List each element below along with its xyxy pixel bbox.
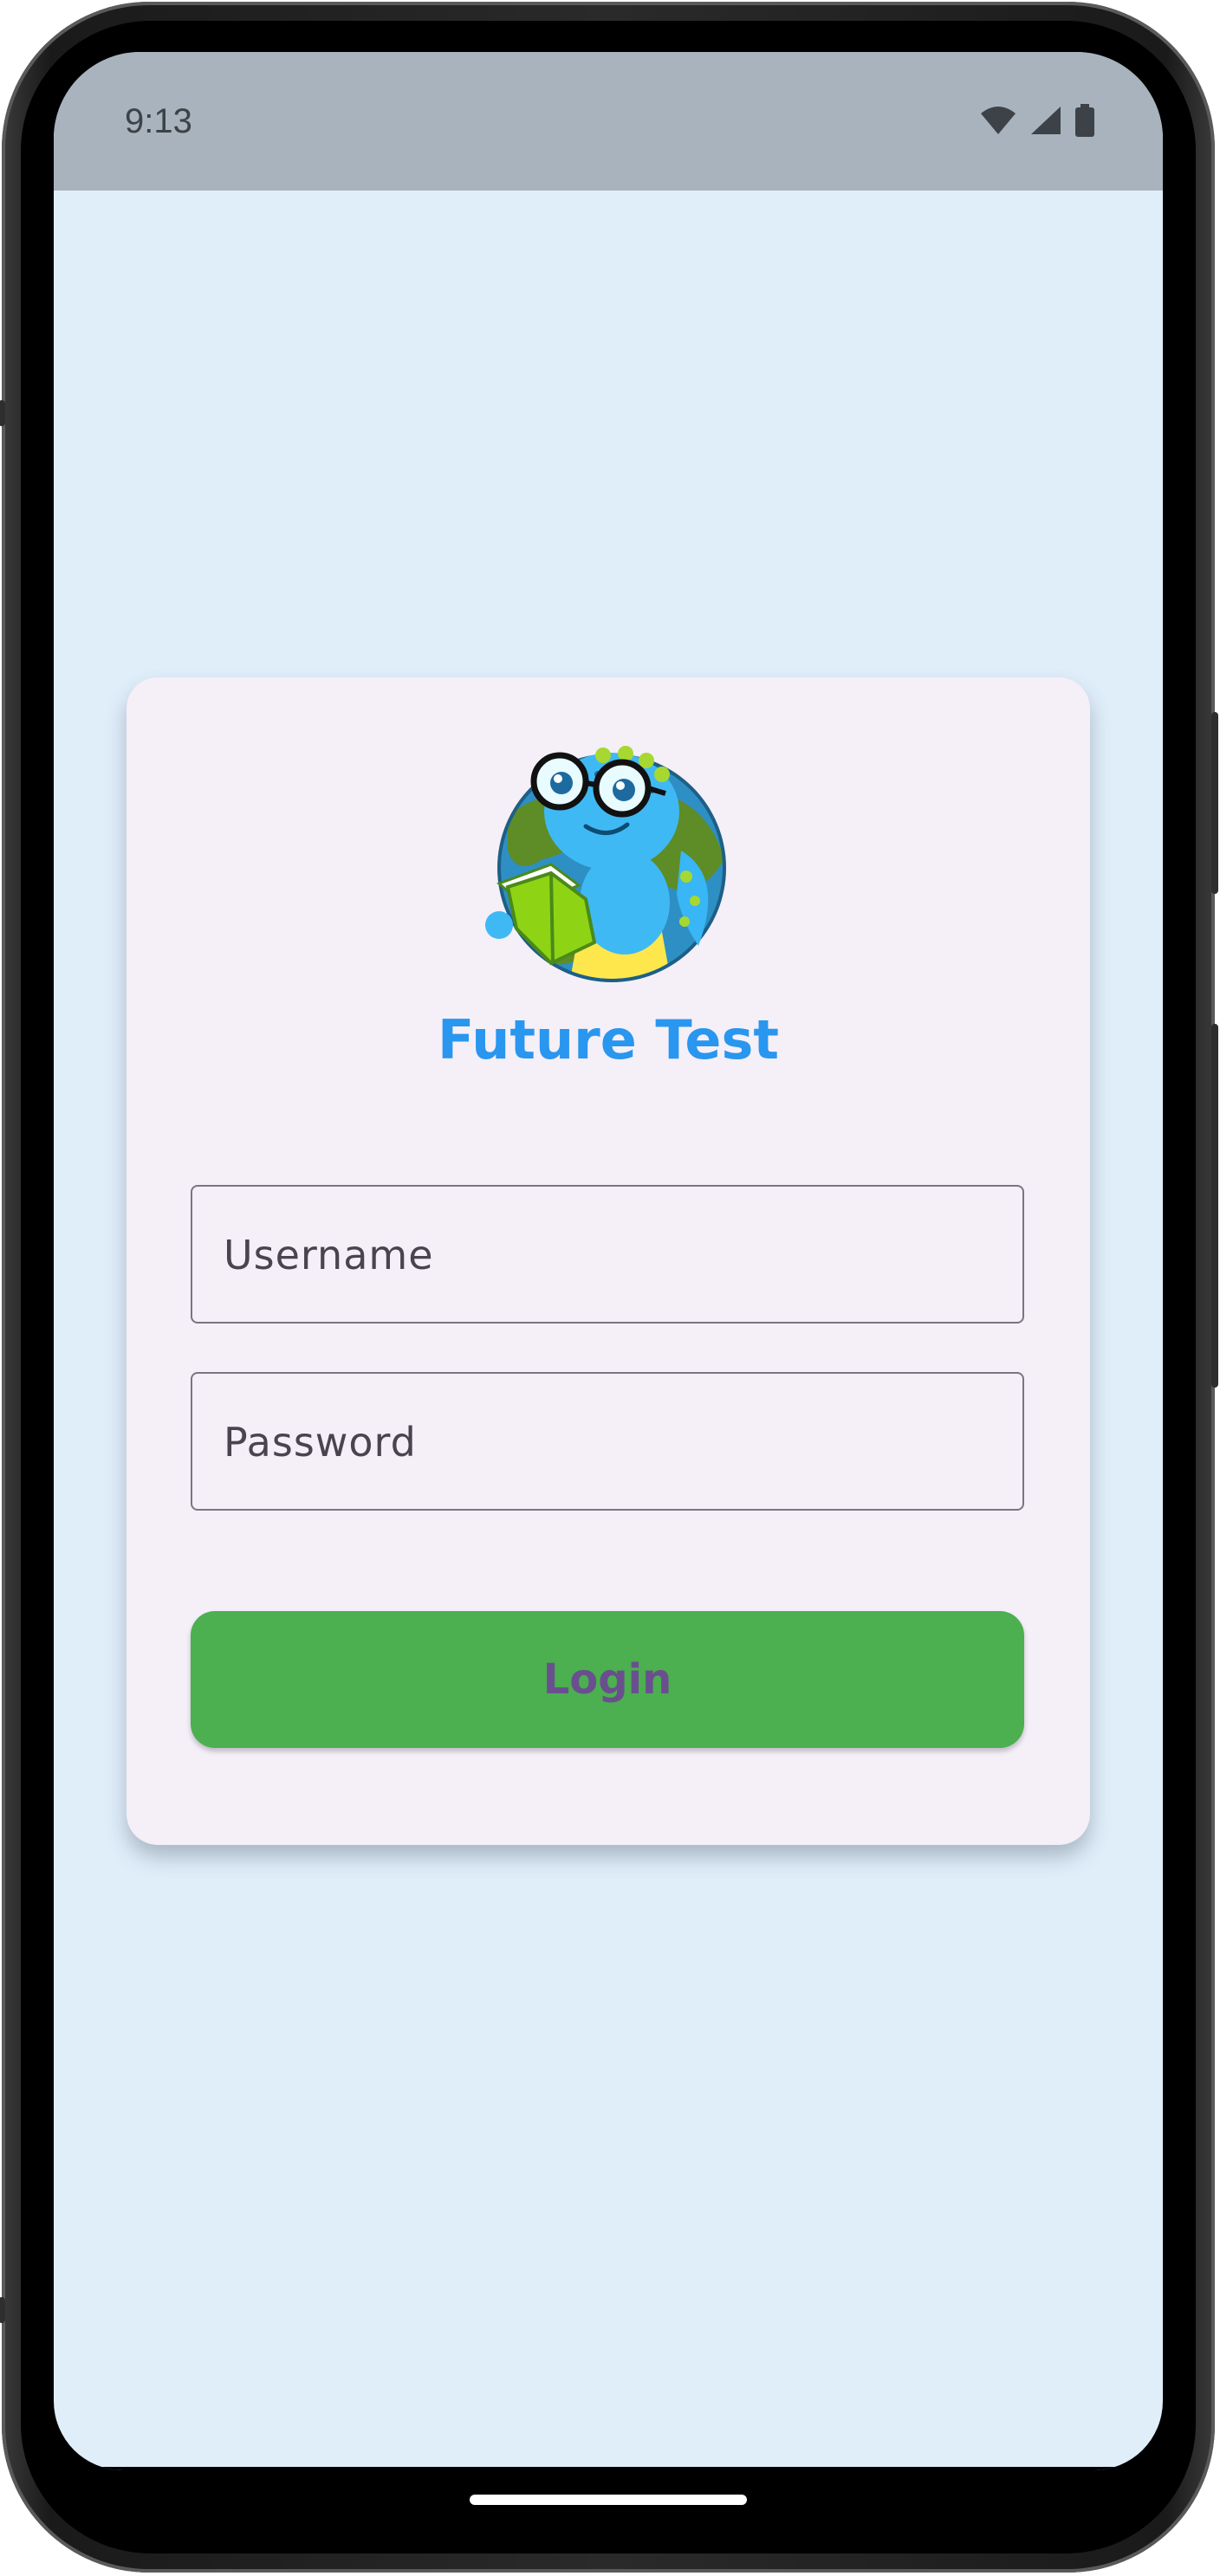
username-input[interactable]	[222, 1187, 996, 1324]
wifi-icon	[979, 105, 1017, 140]
login-button[interactable]: Login	[191, 1611, 1024, 1748]
left-side-button	[0, 400, 5, 426]
navigation-bar	[54, 2467, 1163, 2470]
battery-icon	[1074, 104, 1095, 141]
password-input[interactable]	[222, 1374, 996, 1511]
username-field[interactable]	[191, 1185, 1024, 1324]
left-side-button-lower	[0, 2297, 5, 2323]
app-logo	[482, 729, 742, 989]
volume-button	[1211, 1024, 1218, 1388]
status-icons	[979, 104, 1095, 141]
power-button	[1211, 712, 1218, 894]
status-time: 9:13	[125, 102, 192, 140]
phone-frame: 9:13 Future Test Username Login	[0, 2, 1218, 2573]
app-title: Future Test	[437, 1008, 780, 1071]
password-field[interactable]	[191, 1372, 1024, 1511]
home-indicator[interactable]	[470, 2495, 747, 2505]
dinosaur-logo-icon	[485, 746, 726, 982]
cellular-signal-icon	[1029, 105, 1062, 140]
status-bar: 9:13	[54, 52, 1163, 191]
phone-screen: 9:13 Future Test Username Login	[54, 52, 1163, 2470]
login-card: Future Test Login	[127, 677, 1090, 1845]
